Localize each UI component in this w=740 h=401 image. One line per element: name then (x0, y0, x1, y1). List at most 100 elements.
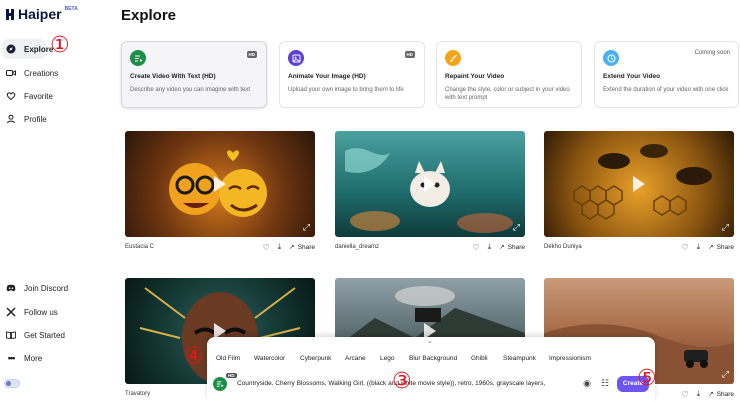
share-button[interactable]: ↗ Share (499, 243, 525, 252)
annotation-4: ④ (184, 344, 204, 369)
sidebar-item-creations[interactable]: Creations (2, 63, 62, 83)
feature-description: Upload your own image to bring them to l… (288, 87, 404, 93)
sidebar: Haiper BETA Explore Creations Favorite P… (0, 0, 104, 401)
annotation-3: ③ (392, 369, 412, 394)
style-chip-lego[interactable]: Lego (374, 350, 401, 366)
share-button[interactable]: ↗ Share (708, 390, 734, 399)
sidebar-item-follow-us[interactable]: Follow us (2, 302, 62, 322)
video-thumbnail[interactable]: ⤢ (125, 131, 315, 237)
share-icon: ↗ (289, 244, 295, 251)
style-chip-ghibli[interactable]: Ghibli (465, 350, 494, 366)
text-to-video-icon (130, 50, 146, 66)
video-author[interactable]: Dekho Duniya (544, 244, 673, 250)
share-label: Share (716, 243, 734, 251)
feature-description: Describe any video you can imagine with … (130, 87, 251, 93)
style-chip-old-film[interactable]: Old Film (210, 350, 247, 366)
video-card[interactable]: ⤢ Dekho Duniya ♡ ⤓ ↗ Share (544, 131, 734, 257)
coming-soon-badge: Coming soon (694, 50, 730, 56)
play-icon (214, 176, 226, 192)
feature-title: Extend Your Video (603, 73, 661, 80)
heart-icon[interactable]: ♡ (262, 243, 269, 252)
style-chip-steampunk[interactable]: Steampunk (497, 350, 542, 366)
hd-badge: HD (246, 51, 257, 58)
theme-toggle[interactable] (4, 379, 20, 388)
text-to-video-icon[interactable]: HD (213, 372, 237, 391)
sidebar-item-label: Join Discord (24, 283, 69, 293)
heart-icon (6, 91, 16, 101)
video-card[interactable]: ⤢ daniella_dreamz ♡ ⤓ ↗ Share (335, 131, 525, 257)
share-button[interactable]: ↗ Share (289, 243, 315, 252)
sidebar-item-favorite[interactable]: Favorite (2, 86, 57, 106)
feature-card-animate-image[interactable]: HD Animate Your Image (HD) Upload your o… (279, 41, 425, 108)
settings-sliders-icon[interactable]: ☷ (601, 378, 609, 389)
heart-icon[interactable]: ♡ (472, 243, 479, 252)
style-chip-blur-background[interactable]: Blur Background (403, 350, 464, 366)
style-chip-watercolor[interactable]: Watercolor (248, 350, 292, 366)
annotation-5: ⑤ (637, 366, 657, 391)
video-author[interactable]: daniella_dreamz (335, 244, 464, 250)
sidebar-item-label: Explore (24, 44, 54, 54)
video-icon (6, 68, 16, 78)
x-icon (6, 307, 16, 317)
beta-badge: BETA (64, 6, 78, 12)
play-icon (424, 176, 436, 192)
video-thumbnail[interactable]: ⤢ (544, 131, 734, 237)
download-icon[interactable]: ⤓ (278, 242, 282, 252)
person-icon (6, 114, 16, 124)
sidebar-item-label: Creations (24, 68, 59, 78)
feature-title: Create Video With Text (HD) (130, 73, 216, 80)
style-chip-impressionism[interactable]: Impressionism (543, 350, 597, 366)
page-title: Explore (121, 7, 177, 24)
feature-card-create-video-text[interactable]: HD Create Video With Text (HD) Describe … (121, 41, 267, 108)
prompt-row: HD Countryside, Cherry Blossoms, Walking… (213, 372, 649, 395)
share-icon: ↗ (708, 391, 714, 398)
expand-icon[interactable]: ⤢ (722, 222, 729, 233)
sidebar-item-explore[interactable]: Explore (2, 39, 53, 59)
video-card[interactable]: ⤢ Eustacia C ♡ ⤓ ↗ Share (125, 131, 315, 257)
download-icon[interactable]: ⤓ (697, 242, 701, 252)
feature-title: Repaint Your Video (445, 73, 505, 80)
expand-icon[interactable]: ⤢ (513, 222, 520, 233)
video-thumbnail[interactable]: ⤢ (335, 131, 525, 237)
sidebar-item-more[interactable]: ••• More (2, 348, 46, 368)
feature-description: Change the style, color or subject in yo… (445, 87, 570, 101)
hd-badge: HD (226, 372, 237, 378)
heart-icon[interactable]: ♡ (681, 390, 688, 399)
style-chip-arcane[interactable]: Arcane (339, 350, 372, 366)
sidebar-item-label: Get Started (24, 330, 65, 340)
logo-mark-icon (6, 9, 15, 20)
dots-icon: ••• (7, 353, 15, 363)
heart-icon[interactable]: ♡ (681, 243, 688, 252)
feature-description: Extend the duration of your video with o… (603, 87, 729, 93)
hd-badge: HD (404, 51, 415, 58)
eye-icon[interactable]: ◉ (583, 378, 591, 389)
share-label: Share (507, 243, 525, 251)
compass-icon (6, 44, 16, 54)
share-label: Share (716, 390, 734, 398)
sidebar-item-label: Profile (24, 114, 47, 124)
sidebar-item-label: Favorite (24, 91, 53, 101)
style-chip-cyberpunk[interactable]: Cyberpunk (294, 350, 338, 366)
annotation-1: ① (50, 33, 70, 58)
expand-icon[interactable]: ⤢ (303, 222, 310, 233)
sidebar-item-join-discord[interactable]: Join Discord (2, 278, 72, 298)
download-icon[interactable]: ⤓ (488, 242, 492, 252)
feature-title: Animate Your Image (HD) (288, 73, 366, 80)
haiper-logo[interactable]: Haiper BETA (6, 6, 78, 22)
share-button[interactable]: ↗ Share (708, 243, 734, 252)
feature-card-repaint-video[interactable]: Repaint Your Video Change the style, col… (436, 41, 582, 108)
download-icon[interactable]: ⤓ (697, 389, 701, 399)
chevron-down-icon[interactable]: ⌄ (427, 337, 433, 345)
video-author[interactable]: Eustacia C (125, 244, 254, 250)
expand-icon[interactable]: ⤢ (722, 369, 729, 380)
sidebar-item-get-started[interactable]: Get Started (2, 325, 69, 345)
sidebar-item-profile[interactable]: Profile (2, 109, 51, 129)
feature-card-extend-video[interactable]: Coming soon Extend Your Video Extend the… (594, 41, 739, 108)
share-icon: ↗ (708, 244, 714, 251)
paintbrush-icon (445, 50, 461, 66)
discord-icon (6, 283, 16, 293)
share-icon: ↗ (499, 244, 505, 251)
sidebar-item-label: Follow us (24, 307, 58, 317)
clock-icon (603, 50, 619, 66)
brand-name: Haiper (18, 6, 62, 22)
